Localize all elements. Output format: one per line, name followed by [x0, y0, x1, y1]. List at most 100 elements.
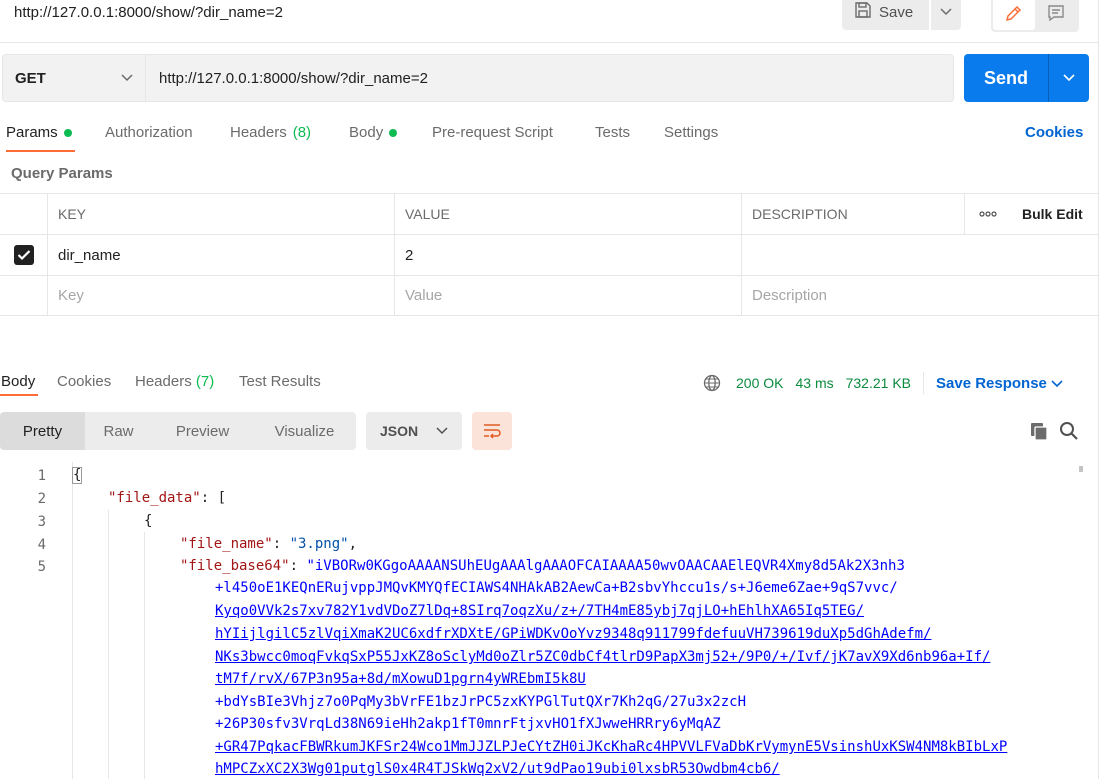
json-key: "file_name"	[180, 536, 273, 552]
param-value-cell[interactable]: 2	[394, 235, 741, 275]
row-checkbox[interactable]	[13, 245, 34, 265]
tab-label: Authorization	[105, 124, 193, 141]
scrollbar-thumb[interactable]	[1079, 466, 1083, 472]
view-preview[interactable]: Preview	[152, 412, 253, 450]
base64-text: hMPCZxXC2X3Wg01putglS0x4R4TJSkWq2xV2/ut9…	[215, 761, 780, 777]
param-key-cell[interactable]: dir_name	[47, 235, 394, 275]
line-number: 2	[37, 491, 46, 507]
save-options-button[interactable]	[931, 0, 961, 30]
base64-text: tM7f/rvX/67P3n95a+8d/mXowuD1pgrn4yWREbmI…	[215, 671, 586, 687]
tab-tests[interactable]: Tests	[595, 124, 630, 141]
line-number: 1	[37, 468, 46, 484]
method-select[interactable]: GET	[2, 54, 146, 102]
more-options-button[interactable]	[964, 194, 1010, 234]
search-icon[interactable]	[1059, 421, 1079, 446]
tab-count: (8)	[292, 124, 312, 141]
tab-label: Params	[6, 124, 58, 141]
params-table: KEY VALUE DESCRIPTION Bulk Edit dir_name…	[0, 193, 1099, 316]
save-response-button[interactable]: Save Response	[936, 375, 1063, 392]
json-value: "3.png"	[289, 536, 349, 552]
globe-icon[interactable]	[703, 374, 721, 392]
response-time[interactable]: 43 ms	[795, 375, 833, 391]
tab-authorization[interactable]: Authorization	[105, 124, 193, 141]
send-button[interactable]: Send	[964, 54, 1048, 102]
save-label: Save	[879, 3, 914, 21]
active-dot	[63, 128, 72, 137]
key-placeholder[interactable]: Key	[47, 276, 394, 315]
save-button[interactable]: Save	[842, 0, 929, 30]
status-divider	[923, 372, 924, 394]
save-icon	[854, 1, 872, 23]
base64-line: NKs3bwcc0moqFvkqSxP55JxKZ8oSclyMd0oZlr5Z…	[215, 649, 990, 665]
edit-mode-button[interactable]	[993, 0, 1035, 30]
format-select[interactable]: JSON	[366, 412, 462, 450]
chevron-down-icon	[436, 427, 448, 435]
base64-line: +GR47PqkacFBWRkumJKFSr24Wco1MmJJZLPJeCYt…	[215, 739, 1007, 755]
tab-response-cookies[interactable]: Cookies	[57, 373, 111, 390]
tab-settings[interactable]: Settings	[664, 124, 718, 141]
response-meta: 200 OK 43 ms 732.21 KB Save Response	[703, 372, 1063, 394]
response-body-code[interactable]: 1 2 3 4 5 { "file_data": [ { "file_name"…	[0, 462, 1090, 779]
header-value: VALUE	[394, 194, 741, 234]
active-tab-indicator	[6, 150, 75, 152]
description-placeholder[interactable]: Description	[741, 276, 1099, 315]
send-button-group: Send	[964, 54, 1089, 102]
active-dot	[389, 128, 398, 137]
tab-label: Settings	[664, 124, 719, 141]
tab-pre-request-script[interactable]: Pre-request Script	[432, 124, 553, 141]
view-pretty[interactable]: Pretty	[0, 412, 85, 450]
query-params-title: Query Params	[11, 165, 113, 182]
header-key: KEY	[47, 194, 394, 234]
json-key: "file_data"	[108, 490, 201, 506]
code-line-2: "file_data": [	[108, 490, 226, 506]
tab-label: Headers	[230, 124, 287, 141]
base64-line: hMPCZxXC2X3Wg01putglS0x4R4TJSkWq2xV2/ut9…	[215, 761, 780, 777]
status-code[interactable]: 200 OK	[736, 375, 783, 391]
base64-text: Kyqo0VVk2s7xv782Y1vdVDoZ7lDq+8SIrq7oqzXu…	[215, 603, 865, 619]
tab-headers[interactable]: Headers (8)	[230, 124, 311, 141]
wrap-lines-button[interactable]	[472, 412, 512, 450]
comments-mode-button[interactable]	[1035, 0, 1077, 30]
copy-icon[interactable]	[1029, 421, 1049, 446]
tab-response-body[interactable]: Body	[1, 373, 35, 390]
base64-text: +GR47PqkacFBWRkumJKFSr24Wco1MmJJZLPJeCYt…	[215, 739, 1008, 755]
wrap-lines-icon	[484, 424, 501, 439]
chevron-down-icon	[940, 8, 952, 16]
request-header-bar: http://127.0.0.1:8000/show/?dir_name=2 S…	[0, 0, 1115, 32]
tab-params[interactable]: Params	[6, 124, 72, 141]
base64-text: +l450oE1KEQnERujvppJMQvKMYQfECIAWS4NHAkA…	[215, 580, 898, 596]
more-horizontal-icon	[978, 211, 997, 217]
base64-line: tM7f/rvX/67P3n95a+8d/mXowuD1pgrn4yWREbmI…	[215, 671, 586, 687]
json-punct: : [	[200, 490, 227, 506]
code-line-3: {	[144, 513, 152, 529]
tab-test-results[interactable]: Test Results	[239, 373, 321, 390]
param-description-cell[interactable]	[741, 235, 1099, 275]
pencil-icon	[1005, 5, 1022, 22]
tab-label: Body	[349, 124, 384, 141]
value-placeholder[interactable]: Value	[394, 276, 741, 315]
view-raw[interactable]: Raw	[85, 412, 152, 450]
tab-body[interactable]: Body	[349, 124, 398, 141]
request-name[interactable]: http://127.0.0.1:8000/show/?dir_name=2	[14, 4, 283, 21]
save-response-label: Save Response	[936, 374, 1047, 392]
empty-checkbox-cell	[0, 276, 47, 315]
checkmark-icon	[17, 250, 30, 261]
code-line-1: {	[72, 467, 83, 484]
url-input[interactable]: http://127.0.0.1:8000/show/?dir_name=2	[146, 54, 954, 102]
bulk-edit-button[interactable]: Bulk Edit	[1010, 194, 1099, 234]
tab-response-headers[interactable]: Headers (7)	[135, 373, 214, 390]
table-row: dir_name 2	[0, 234, 1099, 275]
line-number: 3	[37, 514, 46, 530]
tab-label: Tests	[595, 124, 631, 141]
response-size[interactable]: 732.21 KB	[846, 375, 911, 391]
response-view-tabs: Pretty Raw Preview Visualize	[0, 412, 356, 450]
chevron-down-icon	[1051, 379, 1063, 387]
tab-label: Pre-request Script	[432, 124, 553, 141]
header-checkbox-cell	[0, 194, 47, 234]
view-visualize[interactable]: Visualize	[253, 412, 356, 450]
base64-text: hYIijlgilC5zlVqiXmaK2UC6xdfrXDXtE/GPiWDK…	[215, 626, 932, 642]
cookies-link[interactable]: Cookies	[1025, 124, 1083, 141]
base64-line: +l450oE1KEQnERujvppJMQvKMYQfECIAWS4NHAkA…	[215, 580, 898, 596]
send-options-button[interactable]	[1049, 54, 1089, 102]
indent-guide	[108, 510, 109, 779]
